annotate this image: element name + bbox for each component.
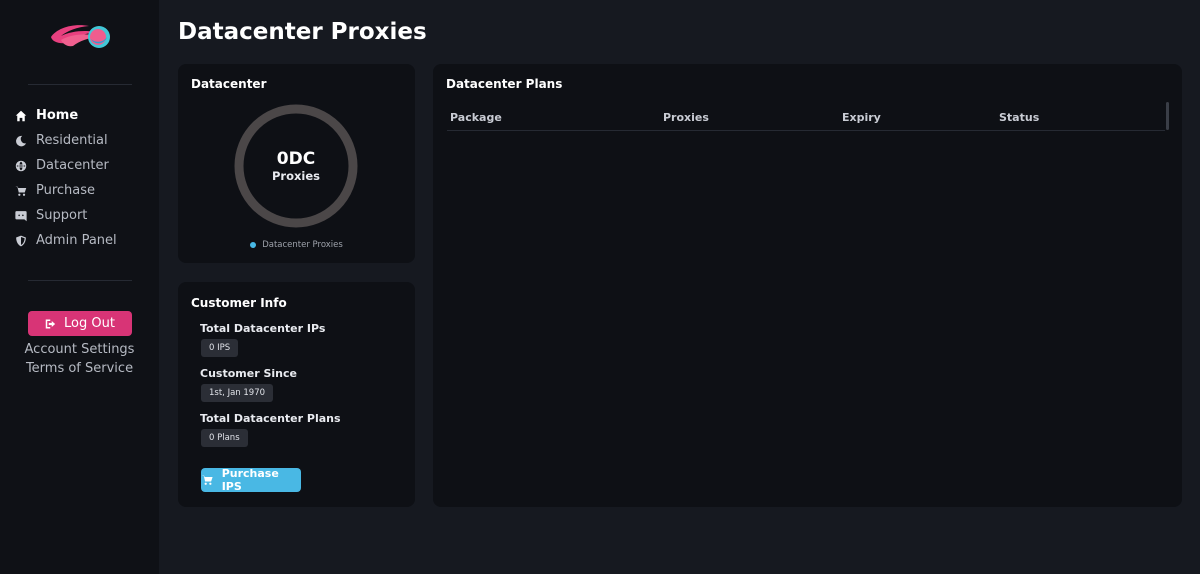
purchase-ips-button[interactable]: Purchase IPS (201, 467, 301, 493)
sidebar-item-label: Purchase (36, 183, 96, 198)
sidebar-item-residential[interactable]: Residential (14, 128, 117, 153)
page-title: Datacenter Proxies (178, 19, 427, 45)
customer-since-badge: 1st, Jan 1970 (201, 384, 274, 402)
proxies-donut-chart: 0DC Proxies (233, 103, 359, 229)
column-header-status[interactable]: Status (999, 111, 1039, 124)
table-header-divider (447, 130, 1165, 131)
account-settings-link[interactable]: Account Settings (0, 342, 159, 357)
logout-button[interactable]: Log Out (28, 311, 132, 336)
brand-logo[interactable] (47, 20, 113, 54)
total-ips-badge: 0 IPS (201, 339, 239, 357)
legend-label: Datacenter Proxies (262, 240, 343, 250)
donut-value: 0DC (276, 148, 316, 169)
total-ips-label: Total Datacenter IPs (200, 322, 326, 335)
column-header-proxies[interactable]: Proxies (663, 111, 709, 124)
purchase-ips-label: Purchase IPS (221, 467, 279, 493)
chart-legend: Datacenter Proxies (178, 240, 415, 250)
sidebar-item-support[interactable]: Support (14, 203, 117, 228)
customer-info-card: Customer Info Total Datacenter IPs 0 IPS… (178, 282, 415, 507)
sidebar-item-label: Residential (36, 133, 108, 148)
datacenter-card-title: Datacenter (191, 77, 267, 91)
logout-label: Log Out (64, 316, 115, 331)
sidebar-item-label: Home (36, 108, 79, 123)
globe-icon (14, 159, 27, 172)
cart-icon (201, 475, 213, 485)
sidebar-divider (28, 280, 132, 281)
home-icon (14, 109, 27, 122)
customer-info-title: Customer Info (191, 296, 287, 310)
sidebar-item-purchase[interactable]: Purchase (14, 178, 117, 203)
column-header-package[interactable]: Package (450, 111, 502, 124)
total-plans-badge: 0 Plans (201, 429, 248, 447)
comet-logo-icon (51, 25, 110, 48)
customer-since-label: Customer Since (200, 367, 297, 380)
table-scrollbar[interactable] (1166, 102, 1169, 130)
sidebar-item-label: Datacenter (36, 158, 109, 173)
datacenter-card: Datacenter 0DC Proxies Datacenter Proxie… (178, 64, 415, 263)
sidebar-divider (28, 84, 132, 85)
discord-icon (14, 209, 27, 222)
sidebar-item-datacenter[interactable]: Datacenter (14, 153, 117, 178)
moon-icon (14, 134, 27, 147)
legend-dot-icon (250, 242, 257, 248)
donut-center: 0DC Proxies (233, 103, 359, 229)
sidebar-item-admin-panel[interactable]: Admin Panel (14, 228, 117, 253)
donut-label: Proxies (271, 168, 320, 183)
sidebar: Home Residential Datacenter Purchase Sup… (0, 0, 159, 574)
datacenter-plans-card: Datacenter Plans Package Proxies Expiry … (433, 64, 1182, 507)
datacenter-plans-title: Datacenter Plans (446, 77, 563, 91)
sidebar-item-label: Support (36, 208, 88, 223)
logout-icon (45, 319, 56, 328)
shield-icon (14, 234, 27, 247)
sidebar-item-label: Admin Panel (36, 233, 117, 248)
sidebar-item-home[interactable]: Home (14, 103, 117, 128)
column-header-expiry[interactable]: Expiry (842, 111, 881, 124)
cart-icon (14, 184, 27, 197)
total-plans-label: Total Datacenter Plans (200, 412, 341, 425)
sidebar-nav: Home Residential Datacenter Purchase Sup… (14, 103, 117, 253)
terms-of-service-link[interactable]: Terms of Service (0, 361, 159, 376)
